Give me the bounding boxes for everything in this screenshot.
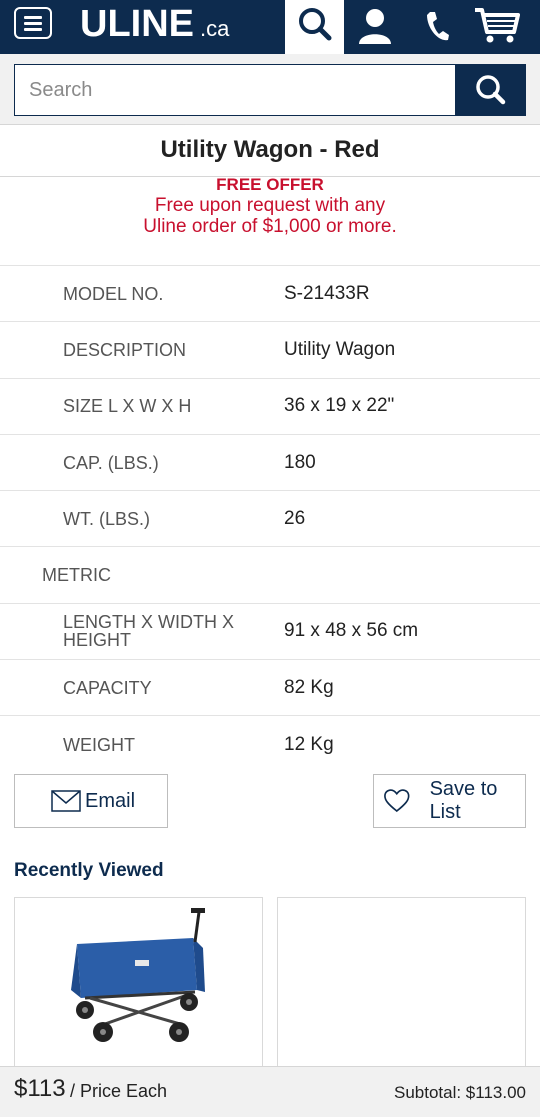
spec-label: CAPACITY [63, 677, 152, 698]
offer-heading: FREE OFFER [216, 175, 324, 194]
cart-icon [475, 8, 520, 43]
save-to-list-button[interactable]: Save to List [373, 774, 526, 828]
offer-line-1: Free upon request with any [154, 195, 386, 216]
spec-table: MODEL NO. S-21433R DESCRIPTION Utility W… [0, 265, 540, 773]
phone-button[interactable] [418, 6, 452, 46]
spec-value: 91 x 48 x 56 cm [284, 620, 419, 642]
spec-row: SIZE L X W X H 36 x 19 x 22" [0, 379, 540, 435]
account-button[interactable] [354, 6, 396, 46]
blue-folding-wagon-image [71, 908, 205, 1042]
spec-label: WEIGHT [63, 734, 135, 755]
recently-viewed-item[interactable] [14, 897, 263, 1077]
spec-value: 180 [284, 451, 316, 473]
spec-row: LENGTH X WIDTH X HEIGHT 91 x 48 x 56 cm [0, 604, 540, 661]
spec-row: MODEL NO. S-21433R [0, 266, 540, 323]
logo-text: ULINE [80, 3, 194, 45]
recently-viewed-heading: Recently Viewed [14, 860, 164, 881]
spec-label: SIZE L X W X H [63, 396, 192, 417]
spec-value: S-21433R [284, 282, 370, 304]
cart-button[interactable] [472, 4, 522, 46]
phone-icon [427, 12, 449, 41]
spec-label: MODEL NO. [63, 283, 164, 304]
free-offer: FREE OFFER Free upon request with any Ul… [0, 175, 540, 237]
spec-row: WT. (LBS.) 26 [0, 491, 540, 548]
metric-heading: METRIC [42, 564, 111, 585]
account-icon [359, 9, 391, 44]
offer-line-2: Uline order of $1,000 or more. [143, 216, 397, 237]
page-title: Utility Wagon - Red [160, 136, 380, 163]
menu-icon[interactable] [14, 7, 52, 39]
recently-viewed-item[interactable] [277, 897, 526, 1077]
spec-value: 82 Kg [284, 676, 334, 698]
spec-row: CAP. (LBS.) 180 [0, 435, 540, 492]
logo-domain: .ca [200, 16, 230, 41]
search-toggle-button[interactable] [285, 0, 344, 54]
title-bar: Utility Wagon - Red [0, 125, 540, 177]
spec-row: CAPACITY 82 Kg [0, 660, 540, 717]
price-unit: / Price Each [70, 1081, 168, 1101]
subtotal: Subtotal: $113.00 [393, 1083, 526, 1102]
uline-logo[interactable]: ULINE .ca [80, 4, 229, 44]
price-bar: $113 / Price Each Subtotal: $113.00 [0, 1066, 540, 1117]
search-input[interactable] [14, 64, 456, 116]
search-bar [0, 54, 540, 125]
spec-label: LENGTH X WIDTH X HEIGHT [63, 612, 235, 651]
envelope-icon [51, 790, 81, 812]
spec-value: Utility Wagon [284, 338, 396, 360]
search-icon [299, 8, 332, 41]
spec-label: CAP. (LBS.) [63, 452, 159, 473]
save-button-label: Save to List [429, 778, 498, 823]
email-button-label: Email [85, 789, 136, 812]
price: $113 [14, 1075, 66, 1102]
spec-value: 36 x 19 x 22" [284, 395, 395, 417]
search-submit-button[interactable] [455, 64, 526, 116]
spec-label: WT. (LBS.) [63, 508, 151, 529]
top-nav-bar: ULINE .ca [0, 0, 540, 54]
spec-row: WEIGHT 12 Kg [0, 716, 540, 772]
spec-value: 12 Kg [284, 733, 334, 755]
metric-heading-row: METRIC [0, 547, 540, 604]
heart-icon [384, 789, 410, 813]
email-button[interactable]: Email [14, 774, 168, 828]
spec-row: DESCRIPTION Utility Wagon [0, 322, 540, 379]
search-icon [476, 75, 506, 105]
spec-label: DESCRIPTION [63, 339, 187, 360]
spec-value: 26 [284, 507, 306, 529]
